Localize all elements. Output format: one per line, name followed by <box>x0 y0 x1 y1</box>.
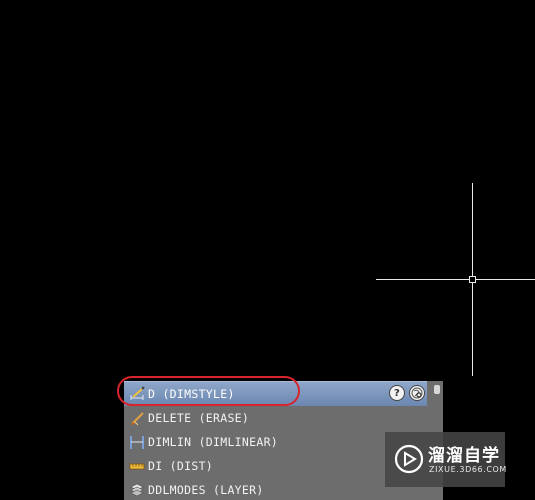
dist-icon <box>129 458 145 474</box>
autocomplete-item-label: DDLMODES (LAYER) <box>148 483 264 497</box>
scrollbar-thumb[interactable] <box>434 385 440 394</box>
autocomplete-item-erase[interactable]: DELETE (ERASE) <box>124 406 427 430</box>
layer-icon <box>129 482 145 498</box>
autocomplete-item-label: DI (DIST) <box>148 459 214 473</box>
autocomplete-item-dimstyle[interactable]: D (DIMSTYLE) ? <box>124 381 427 406</box>
autocomplete-item-dist[interactable]: DI (DIST) <box>124 454 427 478</box>
autocomplete-item-layer[interactable]: DDLMODES (LAYER) <box>124 478 427 500</box>
help-button[interactable]: ? <box>389 385 405 401</box>
watermark-title: 溜溜自学 <box>428 446 500 466</box>
autocomplete-item-label: DELETE (ERASE) <box>148 411 250 425</box>
play-logo-icon <box>394 444 424 474</box>
watermark: 溜溜自学 ZIXUE.3D66.COM <box>385 432 507 487</box>
internet-search-icon[interactable] <box>409 385 425 401</box>
erase-icon <box>129 410 145 426</box>
crosshair-pickbox <box>469 276 476 283</box>
dimstyle-icon <box>129 386 145 402</box>
dimlinear-icon <box>129 434 145 450</box>
crosshair-horizontal <box>376 279 535 280</box>
watermark-url: ZIXUE.3D66.COM <box>429 465 507 474</box>
autocomplete-item-label: DIMLIN (DIMLINEAR) <box>148 435 279 449</box>
autocomplete-item-label: D (DIMSTYLE) <box>148 387 235 401</box>
autocomplete-item-dimlinear[interactable]: DIMLIN (DIMLINEAR) <box>124 430 427 454</box>
